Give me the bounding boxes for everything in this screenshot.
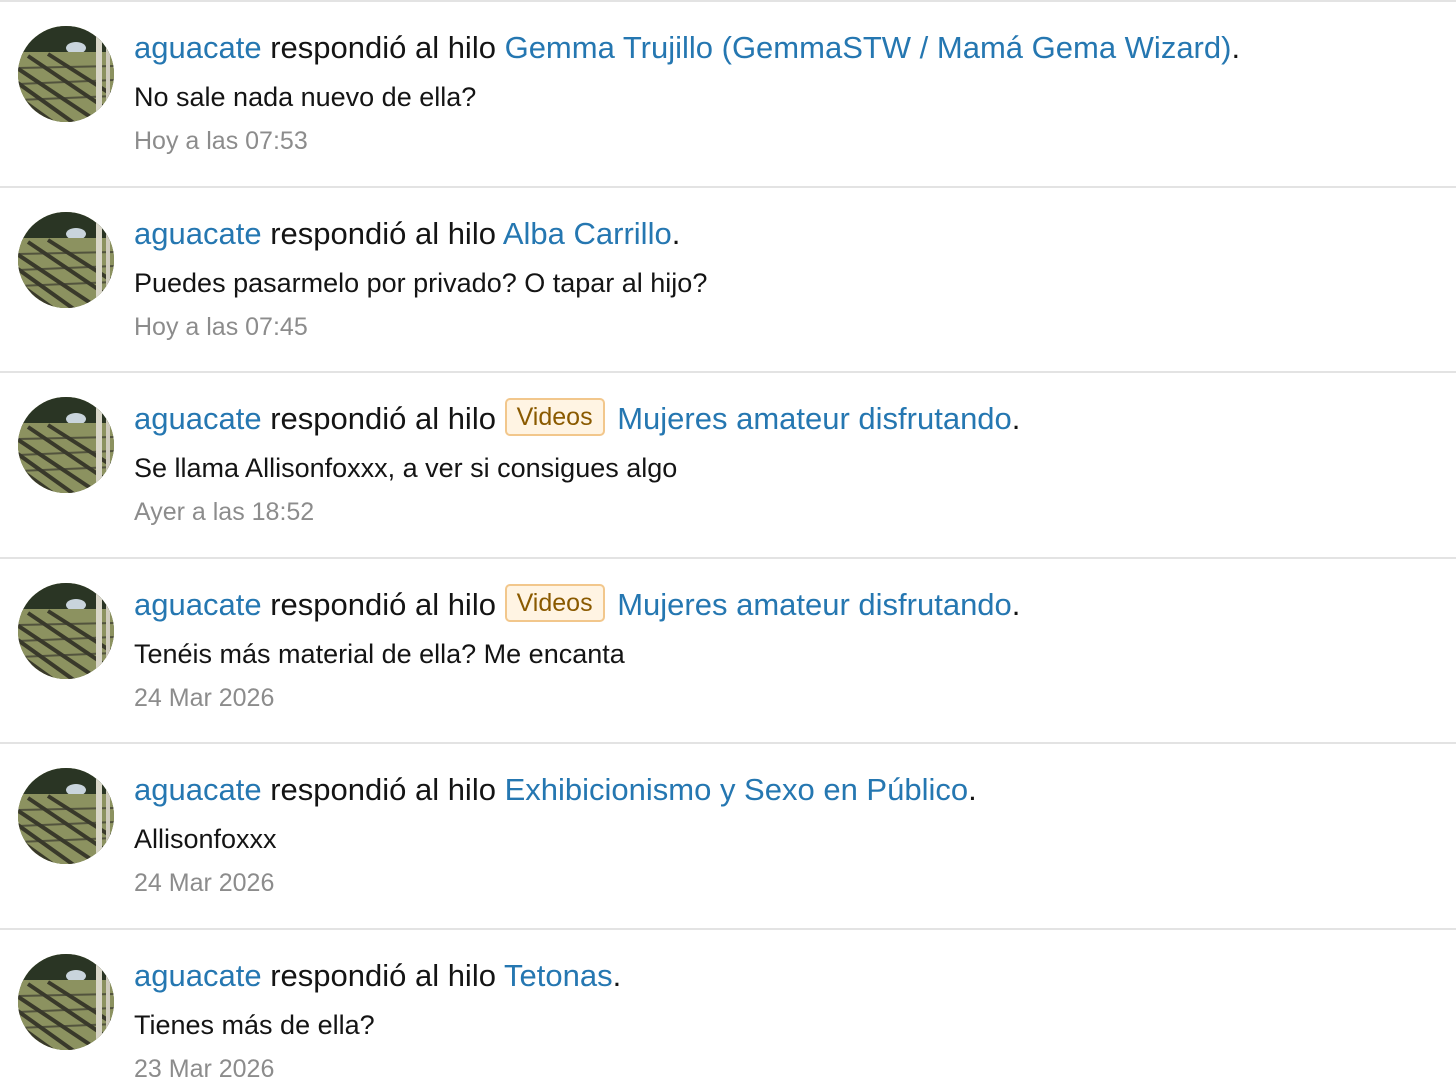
list-item: aguacate respondió al hilo Alba Carrillo…	[0, 188, 1456, 374]
timestamp[interactable]: Ayer a las 18:52	[134, 495, 1436, 529]
thread-link[interactable]: Exhibicionismo y Sexo en Público	[505, 772, 969, 807]
thread-link[interactable]: Alba Carrillo	[503, 216, 672, 251]
item-headline: aguacate respondió al hilo Exhibicionism…	[134, 772, 977, 808]
thread-link[interactable]: Gemma Trujillo (GemmaSTW / Mamá Gema Wiz…	[505, 30, 1232, 65]
action-text: respondió al hilo	[270, 586, 496, 622]
username-link[interactable]: aguacate	[134, 30, 262, 65]
avatar[interactable]	[18, 768, 114, 865]
username-link[interactable]: aguacate	[134, 216, 262, 251]
activity-feed: aguacate respondió al hilo Gemma Trujill…	[0, 0, 1456, 1092]
timestamp[interactable]: Hoy a las 07:53	[134, 124, 1436, 158]
avatar[interactable]	[18, 211, 114, 308]
action-text: respondió al hilo	[270, 401, 496, 437]
thread-link[interactable]: Tetonas	[504, 958, 613, 993]
action-text: respondió al hilo	[270, 772, 496, 808]
username-link[interactable]: aguacate	[134, 772, 262, 807]
username-link[interactable]: aguacate	[134, 587, 262, 622]
timestamp[interactable]: 24 Mar 2026	[134, 866, 1436, 900]
username-link[interactable]: aguacate	[134, 958, 262, 993]
avatar[interactable]	[18, 953, 114, 1050]
item-headline: aguacate respondió al hilo Alba Carrillo…	[134, 215, 681, 251]
thread-prefix-badge[interactable]: Videos	[504, 583, 605, 622]
post-snippet: Puedes pasarmelo por privado? O tapar al…	[134, 267, 708, 298]
item-headline: aguacate respondió al hilo Tetonas.	[134, 957, 622, 993]
timestamp[interactable]: 24 Mar 2026	[134, 681, 1436, 715]
item-content: aguacate respondió al hilo Alba Carrillo…	[134, 212, 1436, 344]
avatar[interactable]	[18, 26, 114, 122]
thread-prefix-badge[interactable]: Videos	[504, 398, 605, 437]
list-item: aguacate respondió al hilo Gemma Trujill…	[0, 2, 1456, 188]
timestamp[interactable]: 23 Mar 2026	[134, 1052, 1436, 1086]
item-content: aguacate respondió al hilo Videos Mujere…	[134, 397, 1436, 529]
avatar[interactable]	[18, 397, 114, 494]
post-snippet: Tenéis más material de ella? Me encanta	[134, 638, 625, 669]
username-link[interactable]: aguacate	[134, 401, 262, 436]
item-content: aguacate respondió al hilo Exhibicionism…	[134, 768, 1436, 900]
thread-link[interactable]: Mujeres amateur disfrutando	[617, 587, 1012, 622]
avatar[interactable]	[18, 582, 114, 679]
item-content: aguacate respondió al hilo Videos Mujere…	[134, 583, 1436, 715]
action-text: respondió al hilo	[270, 215, 496, 251]
post-snippet: No sale nada nuevo de ella?	[134, 82, 477, 112]
list-item: aguacate respondió al hilo Videos Mujere…	[0, 559, 1456, 745]
thread-link[interactable]: Mujeres amateur disfrutando	[617, 401, 1012, 436]
item-content: aguacate respondió al hilo Gemma Trujill…	[134, 26, 1436, 158]
post-snippet: Se llama Allisonfoxxx, a ver si consigue…	[134, 453, 678, 484]
list-item: aguacate respondió al hilo Exhibicionism…	[0, 744, 1456, 930]
item-headline: aguacate respondió al hilo Videos Mujere…	[134, 583, 1436, 627]
item-content: aguacate respondió al hilo Tetonas. Tien…	[134, 954, 1436, 1086]
list-item: aguacate respondió al hilo Tetonas. Tien…	[0, 930, 1456, 1092]
timestamp[interactable]: Hoy a las 07:45	[134, 310, 1436, 344]
item-headline: aguacate respondió al hilo Gemma Trujill…	[134, 30, 1241, 65]
action-text: respondió al hilo	[270, 30, 496, 65]
post-snippet: Tienes más de ella?	[134, 1009, 375, 1040]
list-item: aguacate respondió al hilo Videos Mujere…	[0, 373, 1456, 559]
item-headline: aguacate respondió al hilo Videos Mujere…	[134, 397, 1436, 441]
action-text: respondió al hilo	[270, 957, 496, 993]
post-snippet: Allisonfoxxx	[134, 824, 277, 855]
